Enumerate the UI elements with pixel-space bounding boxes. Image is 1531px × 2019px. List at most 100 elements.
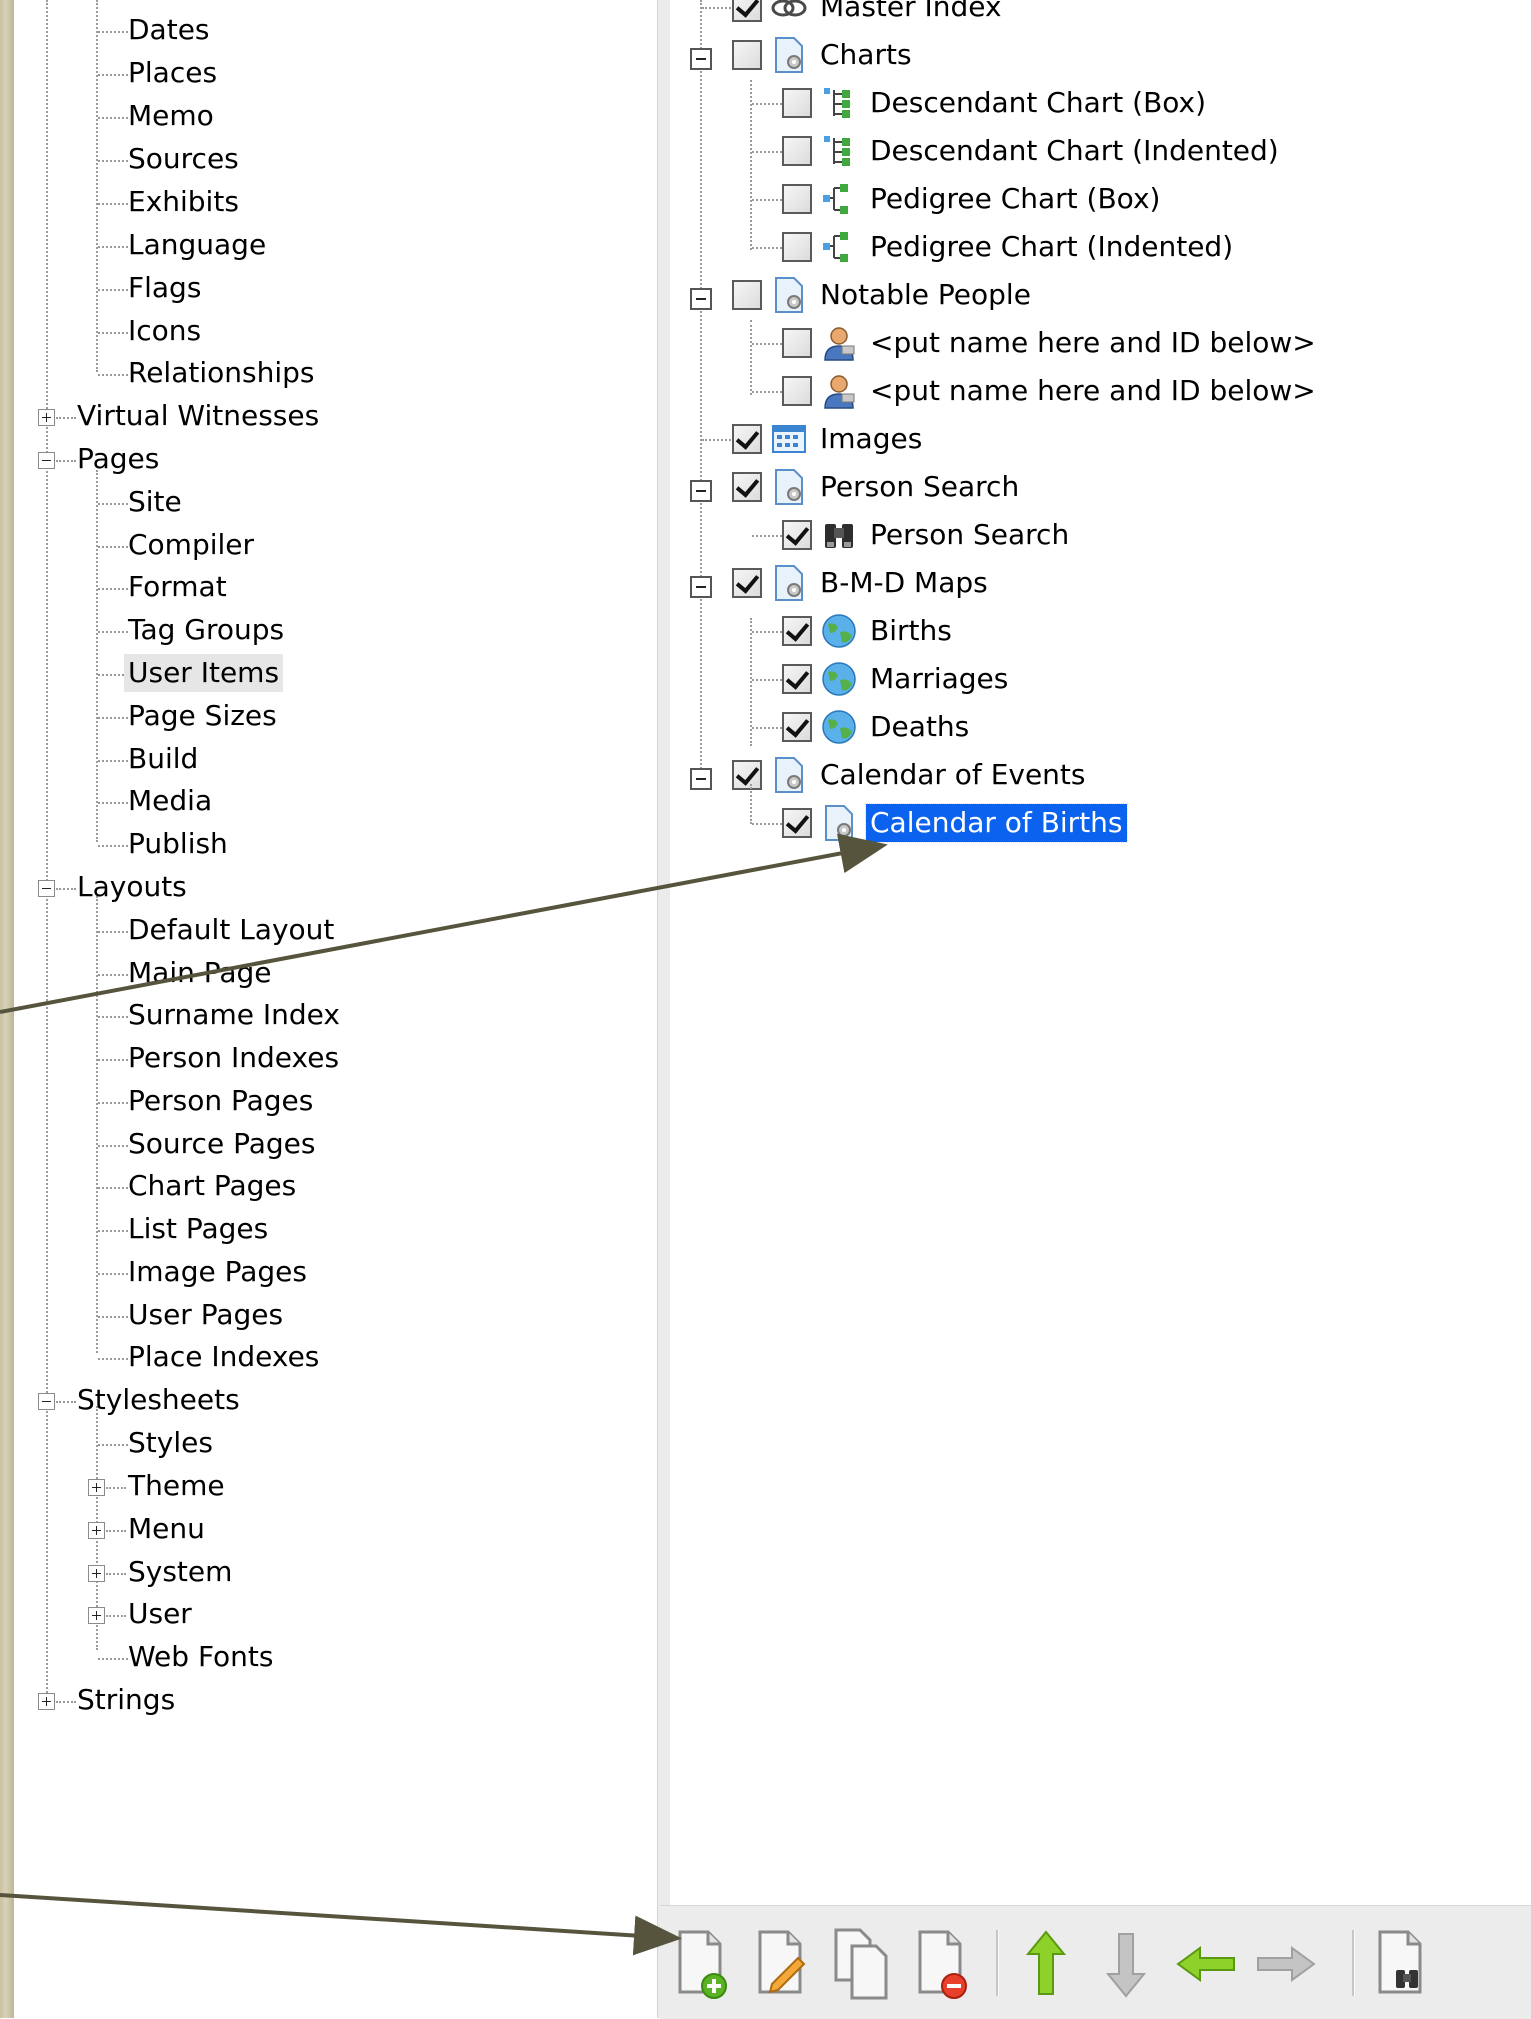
move-down-icon[interactable]	[1094, 1926, 1158, 2002]
page-gear-icon	[775, 469, 803, 505]
tree-item-label: Media	[128, 784, 213, 817]
tree-connector	[752, 535, 782, 537]
tree-connector	[752, 631, 782, 633]
tree-guide	[750, 320, 752, 395]
tree-guide	[96, 470, 98, 842]
item-checkbox[interactable]	[732, 0, 762, 22]
tree-guide	[96, 0, 98, 372]
collapse-icon[interactable]	[690, 768, 712, 790]
tree-item-label: System	[128, 1555, 233, 1588]
tree-item-label: Charts	[820, 38, 912, 71]
person-icon	[824, 375, 855, 409]
item-checkbox[interactable]	[782, 328, 812, 358]
item-checkbox[interactable]	[782, 616, 812, 646]
tree-item-label: Main Page	[128, 956, 272, 989]
tree-item-label: Person Pages	[128, 1084, 314, 1117]
page-gear-icon	[775, 757, 803, 793]
item-checkbox[interactable]	[782, 808, 812, 838]
item-checkbox[interactable]	[732, 280, 762, 310]
item-checkbox[interactable]	[782, 88, 812, 118]
expand-icon[interactable]	[88, 1479, 105, 1496]
globe-icon	[822, 614, 856, 648]
tree-item-label: Layouts	[77, 870, 187, 903]
item-checkbox[interactable]	[782, 136, 812, 166]
move-right-icon[interactable]	[1254, 1926, 1318, 2002]
tree-item-label: Births	[870, 614, 952, 647]
settings-tree[interactable]: Dates Places Memo Sources Exhibits Langu…	[14, 0, 657, 2018]
tree-item-label: Pedigree Chart (Box)	[870, 182, 1161, 215]
collapse-icon[interactable]	[38, 452, 55, 469]
tree-item-label: List Pages	[128, 1212, 269, 1245]
tree-connector	[752, 343, 782, 345]
item-checkbox[interactable]	[782, 664, 812, 694]
tree-item-label: Tag Groups	[128, 613, 285, 646]
copy-page-icon[interactable]	[830, 1926, 894, 2002]
binoculars-icon	[825, 524, 853, 548]
expand-icon[interactable]	[38, 409, 55, 426]
tree-item-label: Compiler	[128, 528, 255, 561]
item-checkbox[interactable]	[732, 424, 762, 454]
tree-item-label: Image Pages	[128, 1255, 307, 1288]
move-left-icon[interactable]	[1174, 1926, 1238, 2002]
link-icon	[771, 0, 807, 17]
tree-guide	[750, 80, 752, 250]
tree-connector	[106, 1530, 126, 1532]
tree-connector	[752, 151, 782, 153]
item-checkbox[interactable]	[782, 520, 812, 550]
tree-item-label: Menu	[128, 1512, 205, 1545]
item-checkbox[interactable]	[732, 40, 762, 70]
collapse-icon[interactable]	[38, 1393, 55, 1410]
move-up-icon[interactable]	[1014, 1926, 1078, 2002]
tree-item-label: Exhibits	[128, 185, 239, 218]
tree-connector	[752, 823, 782, 825]
expand-icon[interactable]	[88, 1565, 105, 1582]
tree-item-label: Dates	[128, 13, 210, 46]
tree-guide	[700, 0, 702, 780]
pedigree-chart-icon	[823, 232, 848, 262]
tree-item-label: Surname Index	[128, 998, 340, 1031]
image-grid-icon	[772, 425, 806, 453]
item-checkbox[interactable]	[732, 472, 762, 502]
collapse-icon[interactable]	[38, 880, 55, 897]
item-checkbox[interactable]	[782, 712, 812, 742]
pane-splitter[interactable]	[657, 0, 671, 2018]
expand-icon[interactable]	[88, 1607, 105, 1624]
tree-connector	[752, 199, 782, 201]
tree-item-label: Site	[128, 485, 182, 518]
tree-item-label: Styles	[128, 1426, 213, 1459]
collapse-icon[interactable]	[690, 48, 712, 70]
user-items-tree[interactable]: Master Index Charts Descendant Chart (Bo…	[670, 0, 1531, 1905]
tree-item-label: Person Search	[820, 470, 1020, 503]
page-gear-icon	[825, 805, 853, 841]
edit-page-icon[interactable]	[750, 1926, 814, 2002]
tree-item-label: Relationships	[128, 356, 315, 389]
item-checkbox[interactable]	[732, 760, 762, 790]
item-checkbox[interactable]	[782, 376, 812, 406]
tree-connector	[106, 1615, 126, 1617]
tree-item-label: Stylesheets	[77, 1383, 240, 1416]
item-checkbox[interactable]	[732, 568, 762, 598]
tree-connector	[752, 679, 782, 681]
tree-connector	[752, 727, 782, 729]
add-page-icon[interactable]	[670, 1926, 734, 2002]
collapse-icon[interactable]	[690, 288, 712, 310]
tree-item-label: Chart Pages	[128, 1169, 297, 1202]
collapse-icon[interactable]	[690, 480, 712, 502]
tree-connector	[752, 247, 782, 249]
tree-item-label: B-M-D Maps	[820, 566, 988, 599]
tree-item-label: <put name here and ID below>	[870, 374, 1316, 407]
item-checkbox[interactable]	[782, 184, 812, 214]
item-checkbox[interactable]	[782, 232, 812, 262]
expand-icon[interactable]	[88, 1522, 105, 1539]
tree-item-label: Calendar of Events	[820, 758, 1086, 791]
find-icon[interactable]	[1370, 1926, 1434, 2002]
delete-page-icon[interactable]	[910, 1926, 974, 2002]
tree-item-label: Build	[128, 742, 199, 775]
tree-item-label: Language	[128, 228, 267, 261]
tree-item-label: Images	[820, 422, 923, 455]
tree-item-label: Master Index	[820, 0, 1002, 23]
expand-icon[interactable]	[38, 1693, 55, 1710]
tree-item-label: Format	[128, 570, 227, 603]
tree-item-label: User Items	[124, 654, 284, 692]
collapse-icon[interactable]	[690, 576, 712, 598]
